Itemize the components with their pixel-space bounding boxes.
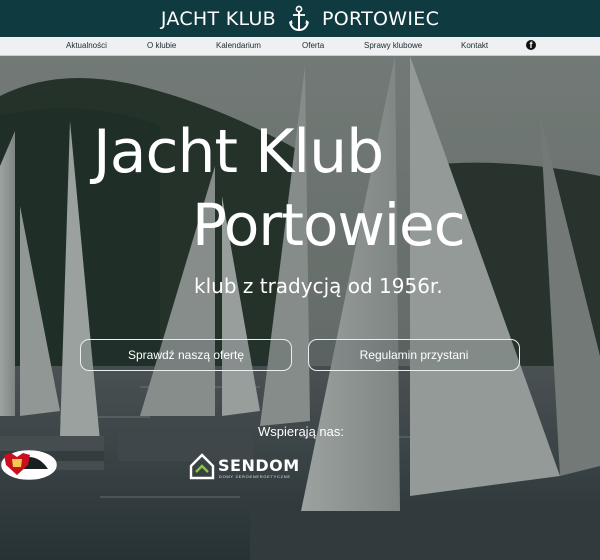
hero-title-line1: Jacht Klub: [93, 117, 384, 187]
nav-item-oferta[interactable]: Oferta: [302, 37, 324, 55]
nav-item-kalendarium[interactable]: Kalendarium: [216, 37, 261, 55]
hero-section: Jacht Klub Portowiec klub z tradycją od …: [0, 56, 600, 560]
sendom-house-icon: [189, 453, 215, 480]
anchor-icon[interactable]: [288, 5, 310, 33]
nav-item-sprawy-klubowe[interactable]: Sprawy klubowe: [364, 37, 422, 55]
sponsor-sendom-logo[interactable]: SENDOM DOMY ZEROENERGETYCZNE: [188, 452, 300, 482]
main-navigation: Aktualności O klubie Kalendarium Oferta …: [0, 37, 600, 56]
marina-rules-button[interactable]: Regulamin przystani: [308, 339, 520, 371]
facebook-icon[interactable]: f: [526, 40, 536, 50]
site-header: JACHT KLUB PORTOWIEC: [0, 0, 600, 37]
hero-title-line2: Portowiec: [192, 191, 466, 259]
nav-item-kontakt[interactable]: Kontakt: [461, 37, 488, 55]
hero-tagline: klub z tradycją od 1956r.: [194, 274, 443, 298]
nav-item-aktualnosci[interactable]: Aktualności: [66, 37, 107, 55]
sendom-tagline: DOMY ZEROENERGETYCZNE: [219, 474, 291, 479]
sponsor-crest-logo[interactable]: [0, 449, 34, 477]
brand-name-left[interactable]: JACHT KLUB: [161, 8, 276, 30]
brand-name-right[interactable]: PORTOWIEC: [322, 8, 439, 30]
sendom-name: SENDOM: [218, 456, 300, 475]
supporters-label: Wspierają nas:: [258, 424, 344, 439]
offer-button[interactable]: Sprawdź naszą ofertę: [80, 339, 292, 371]
nav-item-o-klubie[interactable]: O klubie: [147, 37, 176, 55]
